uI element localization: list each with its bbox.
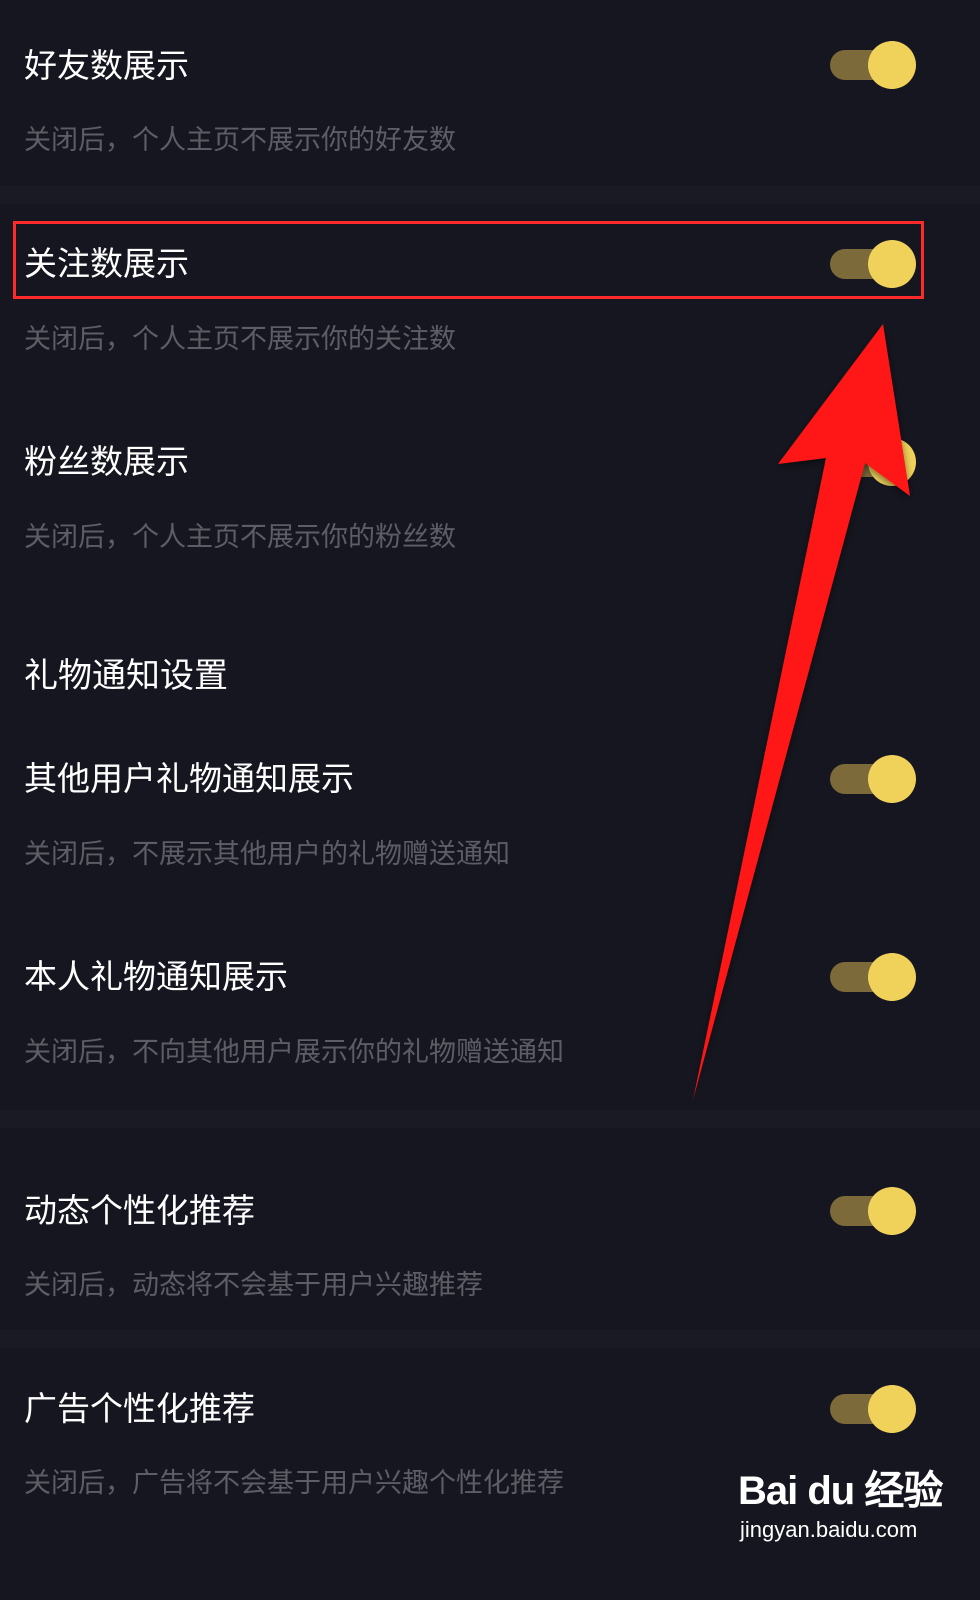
watermark-url: jingyan.baidu.com — [740, 1517, 918, 1542]
watermark-brand: Bai du 经验 — [738, 1469, 943, 1513]
red-arrow-annotation — [693, 324, 910, 1100]
baidu-jingyan-watermark: Bai du 经验 jingyan.baidu.com — [738, 1458, 943, 1558]
